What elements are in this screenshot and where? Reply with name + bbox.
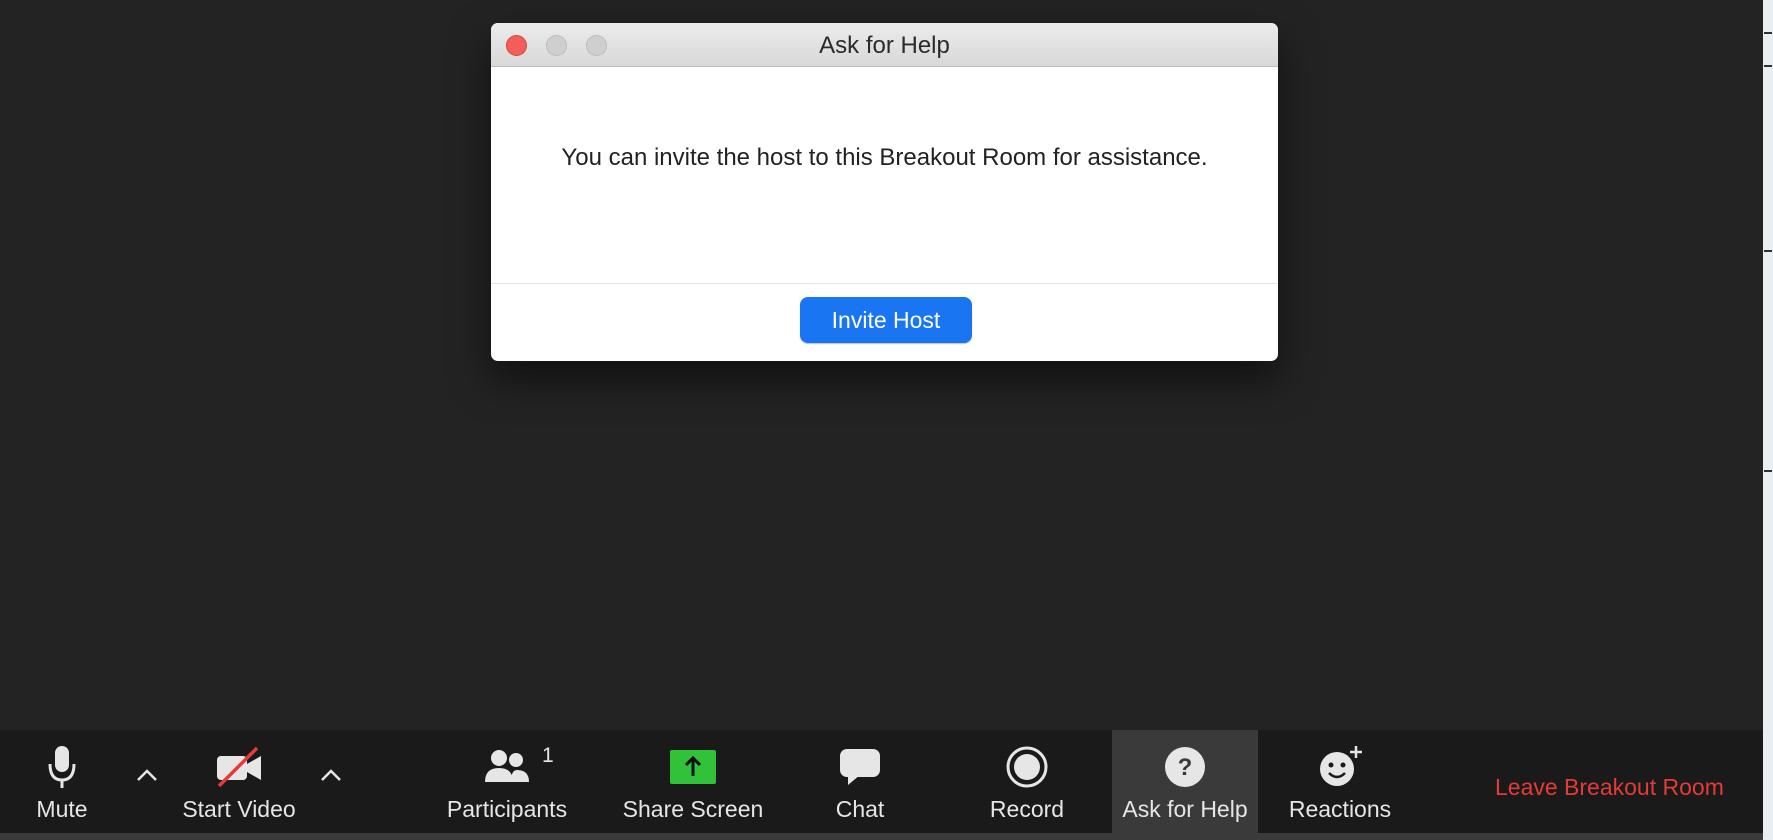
leave-breakout-room-button[interactable]: Leave Breakout Room: [1495, 774, 1724, 801]
dialog-titlebar: Ask for Help: [491, 23, 1278, 67]
participants-label: Participants: [446, 796, 568, 822]
share-screen-icon: [625, 744, 761, 790]
ask-for-help-button[interactable]: ? Ask for Help: [1112, 730, 1258, 840]
dialog-divider: [491, 283, 1278, 284]
reactions-icon: [1290, 744, 1390, 790]
audio-options-chevron-up-icon[interactable]: [130, 758, 164, 792]
help-icon: ?: [1112, 744, 1258, 790]
window-bottom-edge: [0, 833, 1763, 840]
share-screen-button[interactable]: Share Screen: [623, 730, 763, 840]
reactions-button[interactable]: Reactions: [1289, 730, 1391, 840]
share-screen-label: Share Screen: [622, 796, 764, 822]
dialog-title: Ask for Help: [819, 32, 950, 59]
reactions-label: Reactions: [1288, 796, 1392, 822]
chat-icon: [820, 744, 900, 790]
mute-button[interactable]: Mute: [18, 730, 106, 840]
participants-count: 1: [542, 744, 554, 767]
chat-button[interactable]: Chat: [820, 730, 900, 840]
meeting-toolbar: Mute Start Video 1 Participants Share Sc…: [0, 730, 1763, 840]
video-options-chevron-up-icon[interactable]: [314, 758, 348, 792]
start-video-label: Start Video: [182, 796, 296, 822]
dialog-message: You can invite the host to this Breakout…: [561, 144, 1208, 171]
record-icon: [985, 744, 1069, 790]
microphone-icon: [18, 744, 106, 790]
svg-text:?: ?: [1178, 754, 1193, 781]
ask-for-help-dialog: Ask for Help You can invite the host to …: [491, 23, 1278, 361]
window-edge: [1763, 0, 1773, 840]
start-video-button[interactable]: Start Video: [178, 730, 300, 840]
participants-button[interactable]: 1 Participants: [444, 730, 570, 840]
record-button[interactable]: Record: [985, 730, 1069, 840]
record-label: Record: [989, 796, 1065, 822]
video-off-icon: [178, 744, 300, 790]
invite-host-button[interactable]: Invite Host: [800, 297, 972, 343]
ask-for-help-label: Ask for Help: [1122, 796, 1248, 822]
mute-label: Mute: [36, 796, 88, 822]
chat-label: Chat: [835, 796, 885, 822]
